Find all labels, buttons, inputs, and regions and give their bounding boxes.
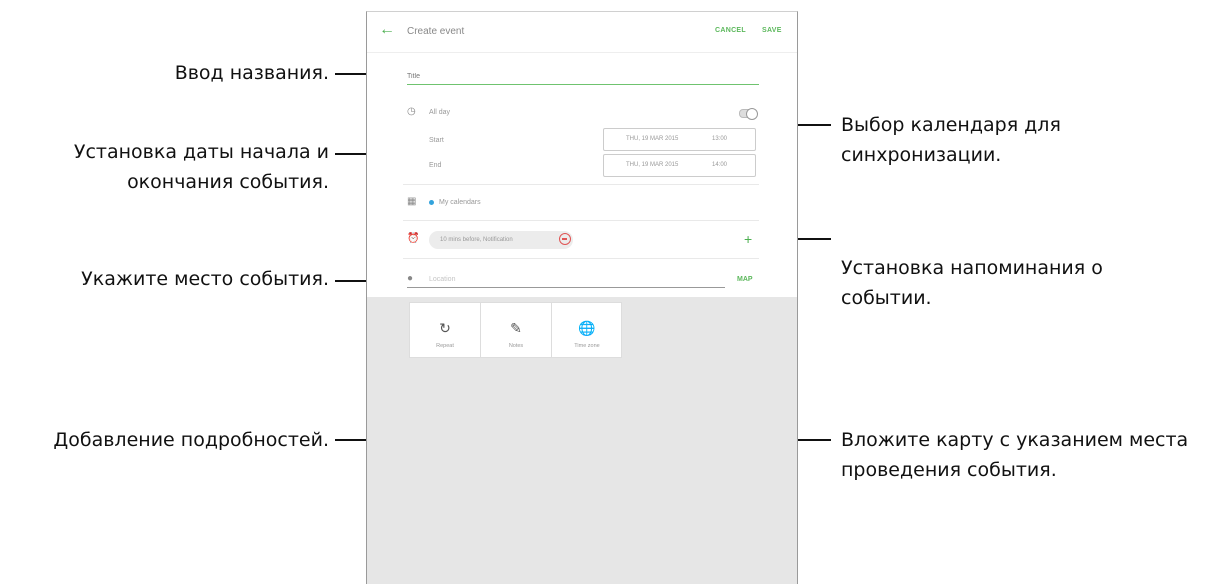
repeat-button[interactable]: ↻ Repeat — [410, 303, 480, 357]
end-date: THU, 19 MAR 2015 — [626, 162, 679, 168]
callout-dates-line2: окончания события. — [127, 171, 329, 193]
title-input[interactable] — [407, 68, 759, 85]
map-button[interactable]: MAP — [737, 276, 753, 283]
start-time: 13:00 — [712, 136, 728, 142]
callout-details: Добавление подробностей. — [53, 429, 329, 451]
reminder-chip[interactable]: 10 mins before, Notification — [429, 231, 573, 249]
callout-reminder-line1: Установка напоминания о — [841, 257, 1103, 279]
divider — [403, 220, 759, 221]
create-event-screen: ← Create event CANCEL SAVE ◷ All day Sta… — [367, 12, 797, 297]
notes-label: Notes — [508, 342, 524, 349]
remove-reminder-icon[interactable] — [559, 233, 571, 245]
repeat-label: Repeat — [436, 342, 454, 349]
add-reminder-icon[interactable]: + — [744, 231, 752, 247]
all-day-label: All day — [429, 109, 451, 116]
callout-dates: Установка даты начала и окончания событи… — [74, 137, 329, 197]
cancel-button[interactable]: CANCEL — [715, 27, 746, 34]
notes-button[interactable]: ✎ Notes — [481, 303, 551, 357]
start-datetime-field[interactable]: THU, 19 MAR 2015 13:00 — [603, 128, 756, 151]
app-bar: ← Create event CANCEL SAVE — [367, 12, 797, 53]
details-panel: ↻ Repeat ✎ Notes 🌐 Time zone — [409, 302, 622, 358]
notes-icon: ✎ — [510, 319, 522, 336]
callout-calendar: Выбор календаря для синхронизации. — [841, 110, 1061, 170]
toggle-knob — [746, 108, 758, 120]
location-underline — [407, 287, 725, 288]
save-button[interactable]: SAVE — [762, 27, 782, 34]
time-zone-button[interactable]: 🌐 Time zone — [552, 303, 622, 357]
callout-title-input: Ввод названия. — [174, 62, 329, 84]
callout-dates-line1: Установка даты начала и — [73, 141, 329, 163]
clock-icon: ◷ — [407, 106, 416, 117]
callout-reminder-line2: событии. — [841, 287, 932, 309]
callout-calendar-line1: Выбор календаря для — [841, 114, 1061, 136]
calendar-selector[interactable]: My calendars — [439, 199, 481, 206]
location-input[interactable]: Location — [429, 276, 455, 283]
end-label: End — [429, 162, 442, 169]
callout-calendar-line2: синхронизации. — [841, 144, 1002, 166]
callout-map-line2: проведения события. — [841, 459, 1057, 481]
calendar-icon: ▦ — [407, 196, 417, 207]
back-arrow-icon[interactable]: ← — [379, 21, 395, 39]
start-date: THU, 19 MAR 2015 — [626, 136, 679, 142]
callout-reminder: Установка напоминания о событии. — [841, 253, 1103, 313]
callout-location: Укажите место события. — [81, 268, 329, 290]
divider — [403, 258, 759, 259]
alarm-icon: ⏰ — [407, 233, 420, 244]
location-pin-icon: ● — [407, 273, 414, 284]
callout-map-line1: Вложите карту с указанием места — [841, 429, 1189, 451]
start-label: Start — [429, 137, 444, 144]
repeat-icon: ↻ — [439, 319, 451, 336]
end-time: 14:00 — [712, 162, 728, 168]
tablet-frame: ← Create event CANCEL SAVE ◷ All day Sta… — [366, 11, 798, 584]
end-datetime-field[interactable]: THU, 19 MAR 2015 14:00 — [603, 154, 756, 177]
timezone-icon: 🌐 — [578, 319, 596, 336]
calendar-color-dot — [429, 200, 434, 205]
all-day-toggle[interactable] — [739, 108, 758, 120]
callout-map: Вложите карту с указанием места проведен… — [841, 425, 1188, 485]
screen-title: Create event — [407, 26, 465, 37]
reminder-text: 10 mins before, Notification — [440, 237, 513, 243]
time-zone-label: Time zone — [574, 342, 600, 349]
divider — [403, 184, 759, 185]
